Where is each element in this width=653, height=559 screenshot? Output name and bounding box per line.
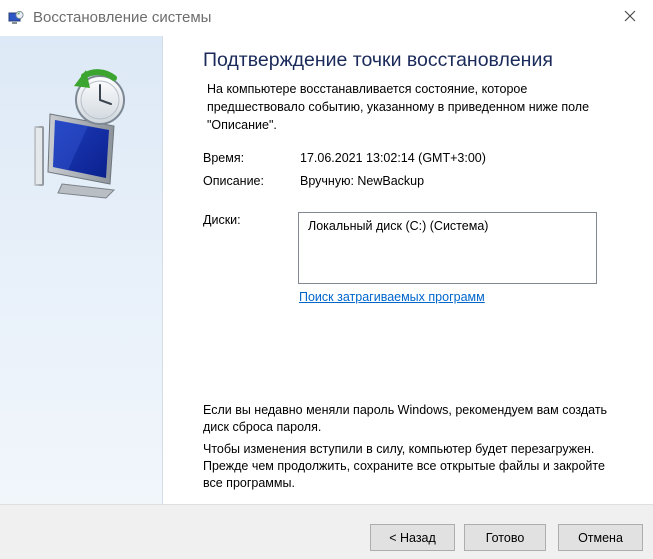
system-restore-wizard-icon: [28, 66, 132, 200]
button-bar: < Назад Готово Отмена: [0, 504, 653, 559]
close-icon: [624, 9, 636, 27]
title-bar: Восстановление системы: [0, 0, 653, 36]
scan-affected-programs-link[interactable]: Поиск затрагиваемых программ: [299, 290, 485, 304]
cancel-button[interactable]: Отмена: [558, 524, 643, 551]
back-button[interactable]: < Назад: [370, 524, 455, 551]
window-title: Восстановление системы: [33, 9, 212, 26]
drives-list[interactable]: Локальный диск (C:) (Система): [298, 212, 597, 284]
description-value: Вручную: NewBackup: [300, 174, 425, 188]
description-label: Описание:: [203, 174, 264, 188]
wizard-sidebar: [0, 36, 163, 504]
drive-item[interactable]: Локальный диск (C:) (Система): [308, 219, 488, 233]
drives-label: Диски:: [203, 213, 241, 227]
system-restore-icon: [8, 10, 24, 26]
time-value: 17.06.2021 13:02:14 (GMT+3:00): [300, 151, 486, 165]
page-title: Подтверждение точки восстановления: [203, 49, 553, 71]
close-button[interactable]: [607, 0, 653, 36]
restart-note: Чтобы изменения вступили в силу, компьют…: [203, 442, 605, 490]
page-description: На компьютере восстанавливается состояни…: [207, 82, 590, 132]
finish-button[interactable]: Готово: [464, 524, 546, 551]
time-label: Время:: [203, 151, 245, 165]
password-note: Если вы недавно меняли пароль Windows, р…: [203, 403, 608, 434]
